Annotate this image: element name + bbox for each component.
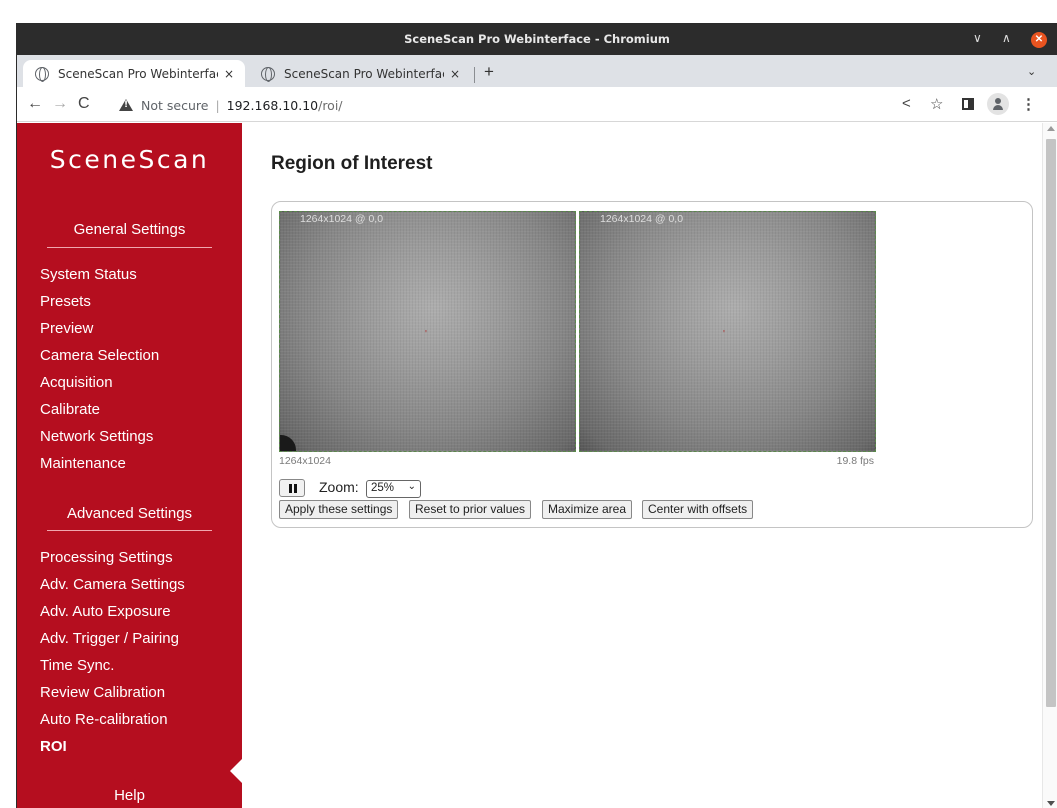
sidebar: SceneScan General Settings System Status… <box>17 123 242 808</box>
sidebar-item-roi[interactable]: ROI <box>40 738 67 755</box>
browser-toolbar: ← → C Not secure | 192.168.10.10 /roi/ <… <box>17 87 1057 122</box>
browser-window: SceneScan Pro Webinterface - Chromium ∨ … <box>16 23 1057 808</box>
section-divider <box>47 247 212 248</box>
page-scrollbar[interactable] <box>1042 123 1057 808</box>
reset-prior-values-button[interactable]: Reset to prior values <box>409 500 532 519</box>
page-content: SceneScan General Settings System Status… <box>17 123 1057 808</box>
zoom-select[interactable]: 25% ⌄ <box>366 480 421 498</box>
sidebar-item-time-sync[interactable]: Time Sync. <box>40 657 114 674</box>
center-marker-icon: ' <box>723 329 725 340</box>
new-tab-icon[interactable]: + <box>484 62 494 82</box>
sidebar-item-processing-settings[interactable]: Processing Settings <box>40 549 173 566</box>
tab-title: SceneScan Pro Webinterfac <box>284 66 444 81</box>
sidebar-item-acquisition[interactable]: Acquisition <box>40 374 113 391</box>
tab-inactive[interactable]: SceneScan Pro Webinterfac × <box>249 60 469 87</box>
url-host[interactable]: 192.168.10.10 <box>227 98 318 113</box>
title-bar: SceneScan Pro Webinterface - Chromium ∨ … <box>17 24 1057 55</box>
left-camera-view[interactable]: 1264x1024 @ 0,0 ' <box>279 211 576 452</box>
side-panel-icon[interactable] <box>962 98 974 110</box>
maximize-icon[interactable]: ∧ <box>1002 31 1011 45</box>
fps-label: 19.8 fps <box>836 455 874 467</box>
zoom-label: Zoom: <box>319 479 359 495</box>
sidebar-item-adv-camera-settings[interactable]: Adv. Camera Settings <box>40 576 185 593</box>
center-with-offsets-button[interactable]: Center with offsets <box>642 500 754 519</box>
window-title: SceneScan Pro Webinterface - Chromium <box>404 32 670 46</box>
warning-icon[interactable] <box>119 99 133 111</box>
sidebar-item-system-status[interactable]: System Status <box>40 266 137 283</box>
apply-settings-button[interactable]: Apply these settings <box>279 500 399 519</box>
sidebar-item-calibrate[interactable]: Calibrate <box>40 401 100 418</box>
advanced-settings-heading[interactable]: Advanced Settings <box>17 505 242 522</box>
sidebar-item-preview[interactable]: Preview <box>40 320 93 337</box>
profile-avatar-icon[interactable] <box>987 93 1009 115</box>
close-window-icon[interactable]: ✕ <box>1031 32 1047 48</box>
security-label[interactable]: Not secure <box>141 98 208 113</box>
resolution-label: 1264x1024 <box>279 455 331 467</box>
help-heading[interactable]: Help <box>17 787 242 804</box>
active-page-indicator <box>230 759 242 783</box>
share-icon[interactable]: < <box>902 95 911 112</box>
right-camera-view[interactable]: 1264x1024 @ 0,0 ' <box>579 211 876 452</box>
page-title: Region of Interest <box>271 153 433 174</box>
sidebar-item-adv-auto-exposure[interactable]: Adv. Auto Exposure <box>40 603 171 620</box>
maximize-area-button[interactable]: Maximize area <box>542 500 633 519</box>
roi-label: 1264x1024 @ 0,0 <box>600 213 684 225</box>
sidebar-item-auto-recalibration[interactable]: Auto Re-calibration <box>40 711 168 728</box>
section-divider <box>47 530 212 531</box>
sidebar-item-maintenance[interactable]: Maintenance <box>40 455 126 472</box>
kebab-menu-icon[interactable]: ⋮ <box>1021 95 1036 113</box>
scenescan-logo[interactable]: SceneScan <box>17 145 242 174</box>
main-panel: Region of Interest 1264x1024 @ 0,0 ' 126… <box>242 123 1042 808</box>
tab-active[interactable]: SceneScan Pro Webinterfac × <box>23 60 245 87</box>
roi-label: 1264x1024 @ 0,0 <box>300 213 384 225</box>
scroll-thumb[interactable] <box>1046 139 1056 707</box>
zoom-value: 25% <box>371 482 395 494</box>
general-settings-heading[interactable]: General Settings <box>17 221 242 238</box>
sidebar-item-adv-trigger-pairing[interactable]: Adv. Trigger / Pairing <box>40 630 179 647</box>
back-icon[interactable]: ← <box>27 95 43 113</box>
chevron-down-icon: ⌄ <box>407 481 416 492</box>
sidebar-item-network-settings[interactable]: Network Settings <box>40 428 153 445</box>
url-separator: | <box>215 97 220 113</box>
globe-icon <box>261 66 275 82</box>
scroll-up-icon[interactable] <box>1047 126 1055 131</box>
center-marker-icon: ' <box>425 329 427 340</box>
bookmark-star-icon[interactable]: ☆ <box>930 95 943 113</box>
globe-icon <box>35 66 49 82</box>
reload-icon[interactable]: C <box>78 95 90 113</box>
address-bar[interactable]: Not secure | 192.168.10.10 /roi/ <box>109 93 969 117</box>
sidebar-item-presets[interactable]: Presets <box>40 293 91 310</box>
forward-icon[interactable]: → <box>52 95 68 113</box>
roi-panel: 1264x1024 @ 0,0 ' 1264x1024 @ 0,0 ' 1264… <box>271 201 1033 528</box>
minimize-icon[interactable]: ∨ <box>973 31 982 45</box>
tab-search-icon[interactable]: ⌄ <box>1027 65 1036 78</box>
tab-strip: SceneScan Pro Webinterfac × SceneScan Pr… <box>17 55 1057 87</box>
tab-close-icon[interactable]: × <box>450 67 460 81</box>
tab-title: SceneScan Pro Webinterfac <box>58 66 218 81</box>
url-path[interactable]: /roi/ <box>318 98 342 113</box>
tab-separator <box>474 67 475 83</box>
sidebar-item-camera-selection[interactable]: Camera Selection <box>40 347 159 364</box>
tab-close-icon[interactable]: × <box>224 67 234 81</box>
scroll-down-icon[interactable] <box>1047 801 1055 806</box>
pause-button[interactable] <box>279 479 305 497</box>
sidebar-item-review-calibration[interactable]: Review Calibration <box>40 684 165 701</box>
